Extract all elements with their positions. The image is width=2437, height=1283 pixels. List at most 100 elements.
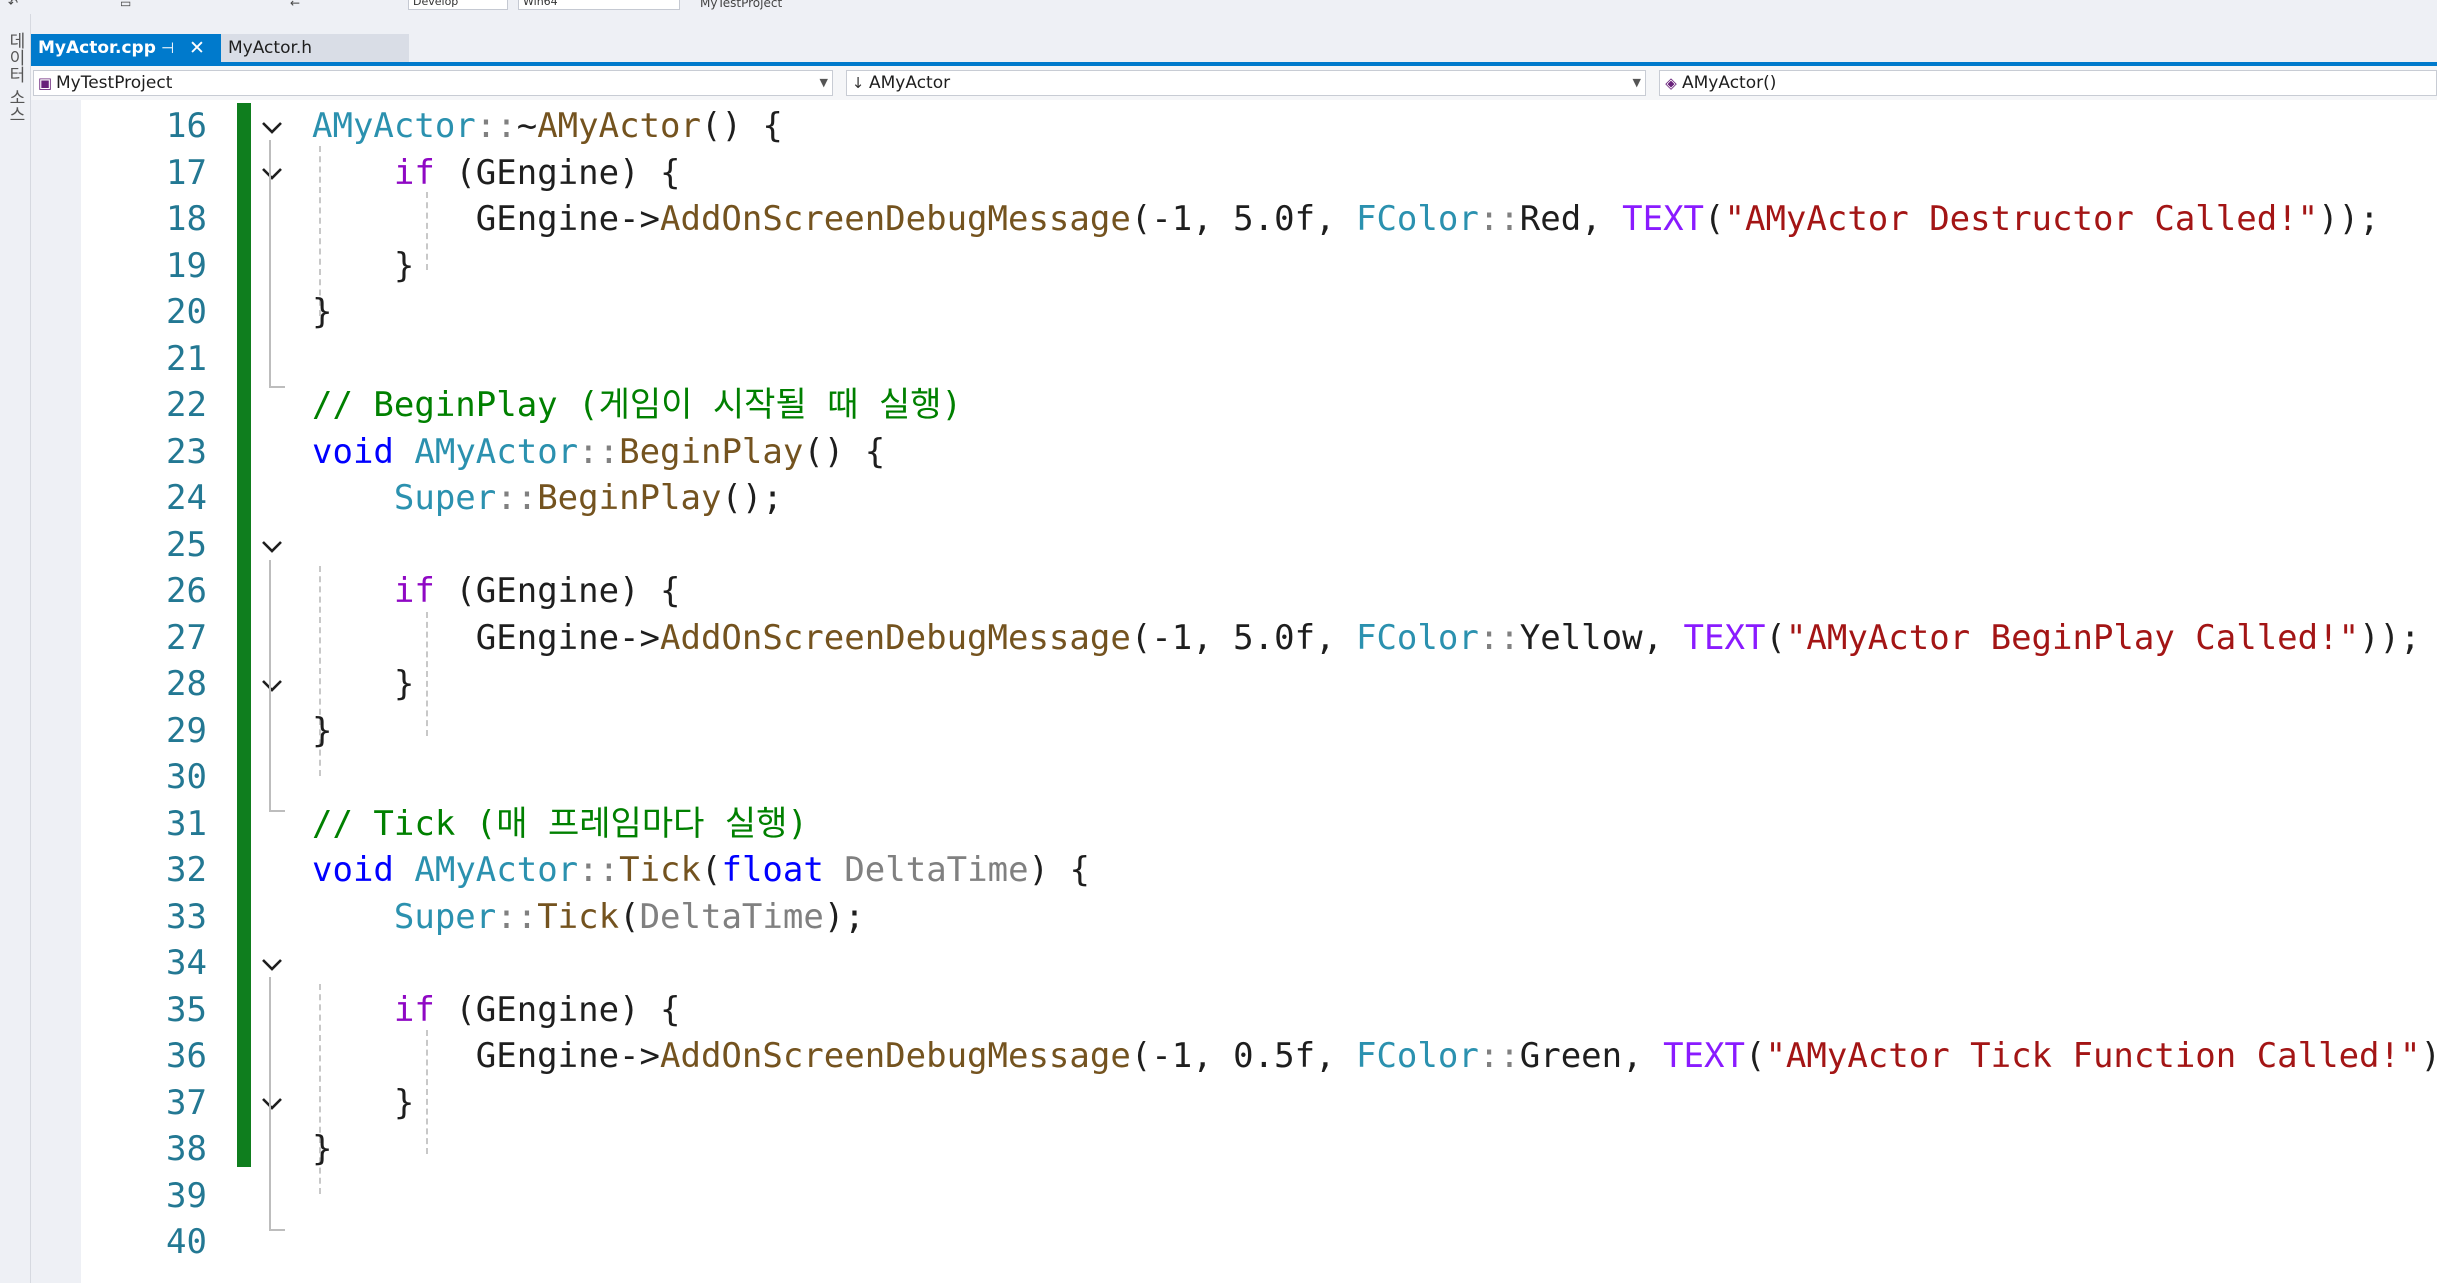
platform-select[interactable]: Win64 [518,0,680,10]
code-line[interactable]: if (GEngine) { [312,571,681,611]
scope-arrow-icon: ↓ [851,74,865,92]
navigate-back-icon[interactable]: ← [290,0,300,10]
member-dropdown[interactable]: ◈ AMyActor() [1659,70,2437,96]
outline-end [269,364,285,388]
editor-margin [31,100,81,1283]
code-token: ( [619,897,640,937]
code-line[interactable]: } [312,664,414,704]
code-editor[interactable]: AMyActor::~AMyActor() { if (GEngine) { G… [31,100,2437,1283]
line-number: 17 [166,153,207,193]
code-line[interactable]: } [312,246,414,286]
code-token: )); [2318,199,2380,239]
line-number: 18 [166,199,207,239]
document-tab-row: MyActor.cpp ⊣ ✕ MyActor.h [31,14,2437,66]
code-line[interactable]: // BeginPlay (게임이 시작될 때 실행) [312,385,962,425]
tab-label: MyActor.h [228,38,313,58]
code-token: )); [2359,618,2421,658]
code-token: } [312,292,333,332]
method-icon: ◈ [1665,74,1677,92]
collapse-chevron-icon[interactable] [258,672,286,700]
outline-connector [269,977,271,1229]
code-line[interactable]: GEngine->AddOnScreenDebugMessage(-1, 5.0… [312,199,2380,239]
project-dropdown[interactable]: ▣ MyTestProject ▼ [33,70,833,96]
code-token: } [312,1129,333,1169]
code-token: Tick [619,850,701,890]
line-number: 37 [166,1083,207,1123]
code-token: void [312,850,394,890]
collapse-chevron-icon[interactable] [258,1090,286,1118]
code-line[interactable]: // Tick (매 프레임마다 실행) [312,804,808,844]
code-token: GEngine-> [312,618,660,658]
code-token: "AMyActor BeginPlay Called!" [1785,618,2360,658]
code-token: FColor [1355,199,1479,239]
scope-dropdown[interactable]: ↓ AMyActor ▼ [846,70,1646,96]
collapse-chevron-icon[interactable] [258,951,286,979]
code-token: (-1, 0.5f, [1130,1036,1356,1076]
collapse-chevron-icon[interactable] [258,160,286,188]
code-token: GEngine-> [312,1036,660,1076]
code-line[interactable]: if (GEngine) { [312,153,681,193]
line-number: 30 [166,757,207,797]
pin-icon[interactable]: ⊣ [161,34,174,62]
code-line[interactable]: void AMyActor::Tick(float DeltaTime) { [312,850,1090,890]
code-line[interactable]: Super::BeginPlay(); [312,478,783,518]
main-toolbar: ↶ ▭ ← Develop Win64 MyTestProject [0,0,2437,14]
code-line[interactable]: GEngine->AddOnScreenDebugMessage(-1, 0.5… [312,1036,2437,1076]
code-token: :: [475,106,517,146]
line-number: 39 [166,1176,207,1216]
code-line[interactable]: Super::Tick(DeltaTime); [312,897,865,937]
code-token: ); [823,897,865,937]
startup-project-label[interactable]: MyTestProject [700,0,782,10]
configuration-select[interactable]: Develop [408,0,508,10]
line-number: 19 [166,246,207,286]
line-number: 23 [166,432,207,472]
collapse-chevron-icon[interactable] [258,533,286,561]
code-token: ( [1765,618,1786,658]
code-token: FColor [1355,618,1479,658]
code-line[interactable]: } [312,292,332,332]
tab-myactor-h[interactable]: MyActor.h [221,34,409,62]
code-token: AddOnScreenDebugMessage [660,1036,1131,1076]
line-number: 16 [166,106,207,146]
line-number: 31 [166,804,207,844]
outline-end [269,1207,285,1231]
code-line[interactable]: if (GEngine) { [312,990,681,1030]
code-token: "AMyActor Tick Function Called!" [1765,1036,2421,1076]
code-token: AddOnScreenDebugMessage [660,199,1131,239]
code-token: Red, [1519,199,1623,239]
code-line[interactable]: AMyActor::~AMyActor() { [312,106,783,146]
undo-icon[interactable]: ↶ [8,0,18,10]
code-token: Super [393,478,497,518]
code-token: FColor [1355,1036,1479,1076]
code-line[interactable]: GEngine->AddOnScreenDebugMessage(-1, 5.0… [312,618,2421,658]
code-token: float [721,850,824,890]
line-number: 33 [166,897,207,937]
code-token: void [312,432,394,472]
code-token: () { [803,432,886,472]
code-token: AMyActor [312,106,476,146]
code-token: )); [2420,1036,2437,1076]
code-token: ~ [516,106,538,146]
line-number: 32 [166,850,207,890]
save-icon[interactable]: ▭ [120,0,131,10]
outline-end [269,788,285,812]
code-token: GEngine-> [312,199,660,239]
tab-myactor-cpp[interactable]: MyActor.cpp ⊣ ✕ [31,34,221,62]
code-line[interactable]: } [312,711,332,751]
line-number: 22 [166,385,207,425]
code-line[interactable]: } [312,1083,414,1123]
data-sources-tab[interactable]: 데이터 소스 [3,32,28,122]
line-number: 26 [166,571,207,611]
code-token: TEXT [1663,1036,1745,1076]
close-icon[interactable]: ✕ [189,34,205,62]
code-line[interactable]: } [312,1129,332,1169]
code-token: DeltaTime [639,897,824,937]
line-number: 21 [166,339,207,379]
code-line[interactable]: void AMyActor::BeginPlay() { [312,432,885,472]
side-tool-strip: 데이터 소스 [0,14,31,1283]
code-token: AMyActor [537,106,701,146]
line-number: 35 [166,990,207,1030]
code-token: (-1, 5.0f, [1130,199,1356,239]
collapse-chevron-icon[interactable] [258,114,286,142]
code-token: Yellow, [1519,618,1684,658]
